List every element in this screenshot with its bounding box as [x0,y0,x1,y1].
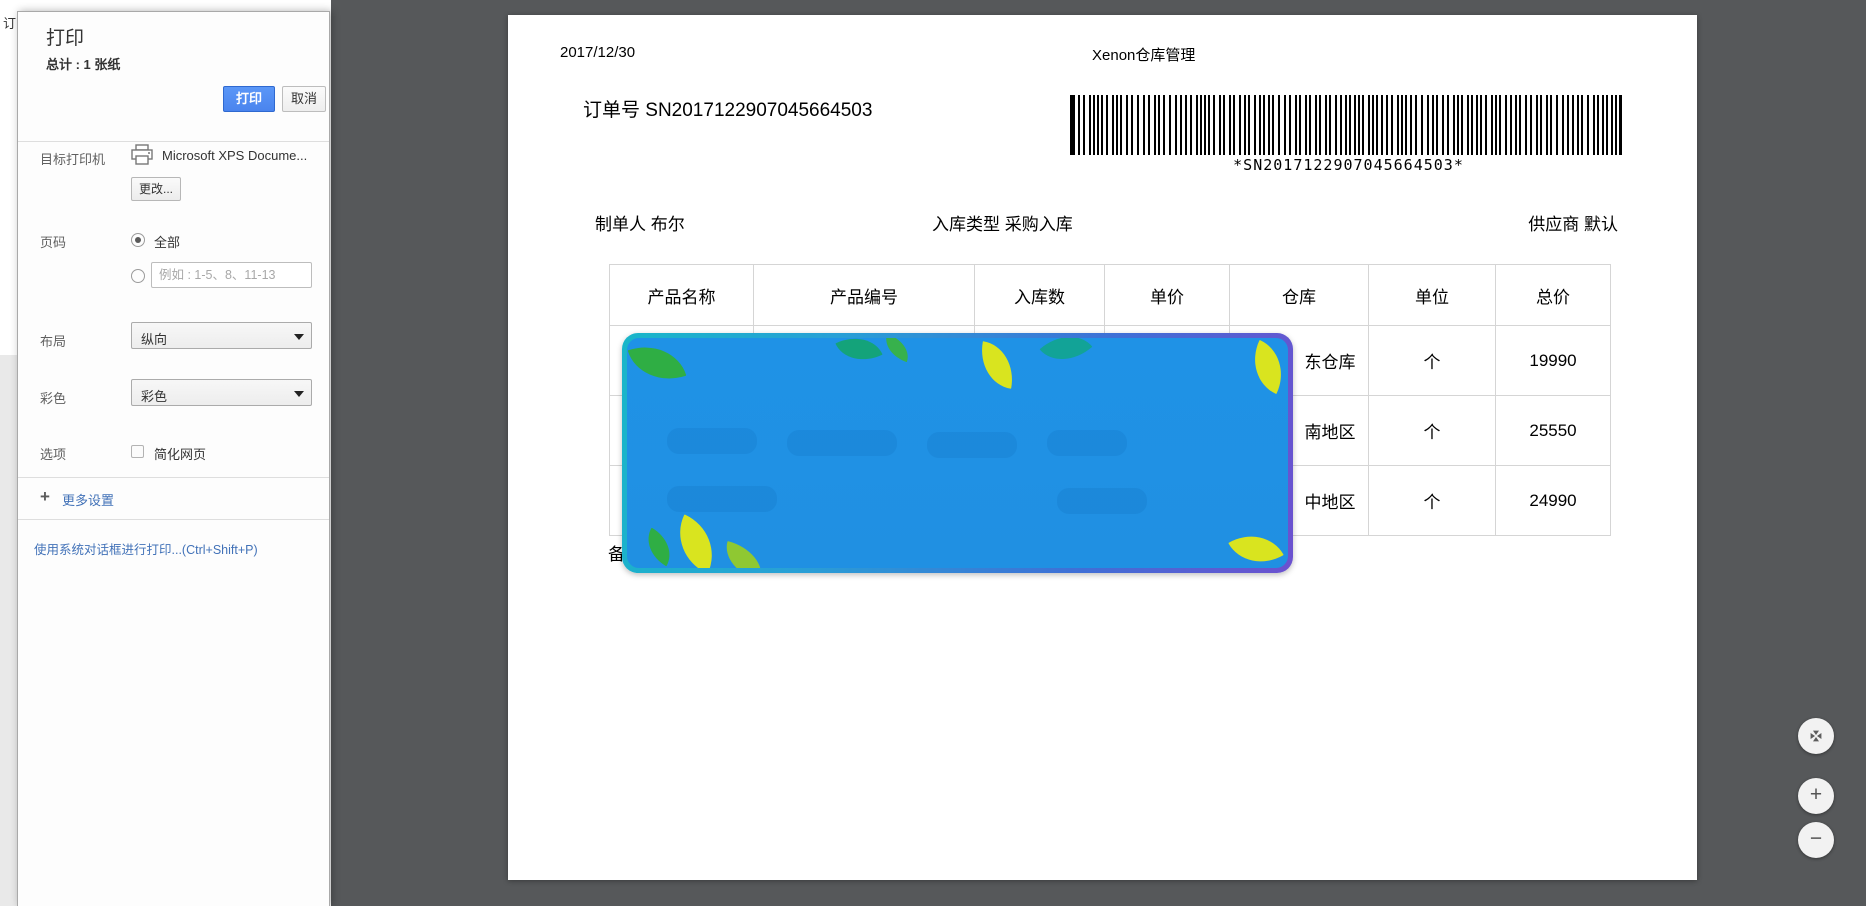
zoom-out-button[interactable]: − [1798,822,1834,858]
column-header: 仓库 [1230,265,1369,326]
chevron-down-icon [294,334,304,340]
barcode-caption: *SN2017122907045664503* [1070,156,1627,174]
cell-unit: 个 [1369,326,1496,396]
column-header: 产品编号 [754,265,975,326]
column-header: 产品名称 [610,265,754,326]
barcode [1070,95,1627,155]
document-date: 2017/12/30 [560,44,635,61]
layout-label: 布局 [40,331,66,350]
plus-icon: + [1798,778,1834,812]
pages-range-input[interactable] [151,262,312,288]
overlay-image [622,333,1293,573]
options-label: 选项 [40,444,66,463]
divider [18,477,329,478]
column-header: 单位 [1369,265,1496,326]
more-settings-link[interactable]: 更多设置 [62,490,114,509]
preview-page: 2017/12/30 Xenon仓库管理 订单号 SN2017122907045… [508,15,1697,880]
print-dialog-title: 打印 [46,23,84,50]
layout-select[interactable]: 纵向 [131,322,312,349]
sheet-count-label: 总计 : 1 张纸 [46,54,120,73]
blurred-text-blob [1047,430,1127,456]
leaf-icon [1040,338,1093,374]
blurred-text-blob [787,430,897,456]
cell-unit: 个 [1369,466,1496,536]
fit-to-page-button[interactable] [1798,718,1834,754]
plus-icon: + [40,487,50,507]
simplify-page-label: 简化网页 [154,444,206,463]
pages-label: 页码 [40,232,66,251]
blurred-text-blob [667,486,777,512]
leaf-icon [628,338,687,390]
simplify-page-checkbox[interactable] [131,445,144,458]
print-preview-pane: 2017/12/30 Xenon仓库管理 订单号 SN2017122907045… [331,0,1866,906]
cell-total: 24990 [1496,466,1611,536]
cell-total: 19990 [1496,326,1611,396]
leaf-icon [1228,522,1283,568]
column-header: 入库数 [975,265,1105,326]
stock-type-field: 入库类型 采购入库 [932,210,1073,235]
order-number: 订单号 SN2017122907045664503 [583,95,872,122]
color-select-value: 彩色 [141,386,167,405]
system-print-dialog-link[interactable]: 使用系统对话框进行打印...(Ctrl+Shift+P) [34,539,258,558]
leaf-icon [835,338,882,371]
print-button[interactable]: 打印 [223,86,275,112]
fit-to-page-icon [1806,726,1826,746]
leaf-icon [976,341,1019,389]
background-page [0,0,18,906]
pages-all-radio[interactable] [131,233,145,247]
blurred-text-blob [927,432,1017,458]
background-page-body [0,355,18,906]
column-header: 单价 [1105,265,1230,326]
overlay-image-body [627,338,1288,568]
divider [18,519,329,520]
color-label: 彩色 [40,388,66,407]
print-dialog-panel: 打印 总计 : 1 张纸 打印 取消 目标打印机 Microsoft XPS D… [17,11,330,906]
pages-all-label: 全部 [154,232,180,251]
change-printer-button[interactable]: 更改... [131,177,181,201]
supplier-field: 供应商 默认 [1528,210,1618,235]
cell-total: 25550 [1496,396,1611,466]
zoom-in-button[interactable]: + [1798,778,1834,814]
printer-name: Microsoft XPS Docume... [162,148,307,163]
table-header-row: 产品名称 产品编号 入库数 单价 仓库 单位 总价 [610,265,1611,326]
leaf-icon [666,514,726,568]
leaf-icon [720,541,768,568]
chevron-down-icon [294,391,304,397]
leaf-icon [639,528,680,567]
blurred-text-blob [1057,488,1147,514]
destination-label: 目标打印机 [40,149,105,168]
creator-field: 制单人 布尔 [595,210,685,235]
pages-range-radio[interactable] [131,269,145,283]
cell-unit: 个 [1369,396,1496,466]
column-header: 总价 [1496,265,1611,326]
layout-select-value: 纵向 [141,329,167,348]
document-app-title: Xenon仓库管理 [1092,44,1195,65]
leaf-icon [1242,340,1288,394]
printer-icon [130,144,154,166]
leaf-icon [880,338,913,362]
blurred-text-blob [667,428,757,454]
background-page-text: 订 [3,13,16,32]
minus-icon: − [1798,822,1834,856]
cancel-button[interactable]: 取消 [282,86,326,112]
color-select[interactable]: 彩色 [131,379,312,406]
divider [18,141,329,142]
